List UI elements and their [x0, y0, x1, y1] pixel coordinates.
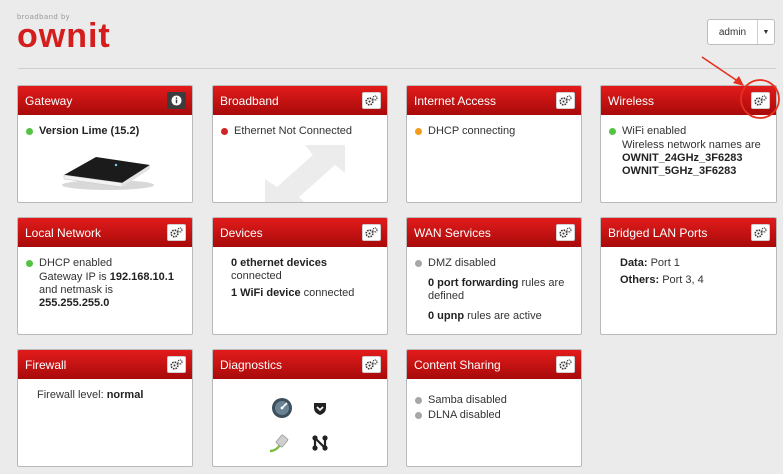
gateway-card[interactable]: Gateway Version Lime (15.2): [17, 85, 193, 203]
ownit-logo: broadband by ownit: [17, 12, 125, 55]
user-name: admin: [708, 20, 758, 44]
ssid-5ghz: OWNIT_5GHz_3F6283: [622, 165, 737, 177]
status-dot: [415, 412, 422, 419]
topology-icon[interactable]: [311, 434, 329, 452]
firewall-card[interactable]: Firewall Firewall level: normal: [17, 349, 193, 467]
port-forwarding-text: 0 port forwarding rules are defined: [428, 277, 565, 302]
shield-icon[interactable]: [312, 400, 328, 416]
gears-icon: [559, 95, 572, 106]
content-sharing-card[interactable]: Content Sharing Samba disabled DLNA disa…: [406, 349, 582, 467]
network-plug-icon[interactable]: [268, 433, 290, 453]
status-dot: [415, 260, 422, 267]
wireless-card[interactable]: Wireless WiFi enabled Wireless network n…: [600, 85, 777, 203]
status-dot: [26, 128, 33, 135]
arrows-watermark-icon: [265, 145, 345, 202]
gears-icon: [559, 227, 572, 238]
internet-settings-button[interactable]: [556, 92, 575, 109]
upnp-text: 0 upnp rules are active: [428, 310, 542, 322]
sharing-settings-button[interactable]: [556, 356, 575, 373]
user-dropdown[interactable]: admin ▼: [707, 19, 775, 45]
gears-icon: [170, 359, 183, 370]
diagnostics-card[interactable]: Diagnostics: [212, 349, 388, 467]
wifi-devices: 1 WiFi device connected: [231, 287, 355, 299]
gateway-ip-text: Gateway IP is 192.168.10.1 and netmask i…: [39, 271, 174, 309]
broadband-card[interactable]: Broadband Ethernet Not Connected: [212, 85, 388, 203]
dlna-status: DLNA disabled: [428, 409, 501, 421]
gears-icon: [559, 359, 572, 370]
local-network-card[interactable]: Local Network DHCP enabled Gateway IP is…: [17, 217, 193, 335]
broadband-settings-button[interactable]: [362, 92, 381, 109]
internet-access-card[interactable]: Internet Access DHCP connecting: [406, 85, 582, 203]
gears-icon: [170, 227, 183, 238]
gears-icon: [754, 95, 767, 106]
wifi-status: WiFi enabled: [622, 125, 687, 137]
netmask: 255.255.255.0: [39, 297, 110, 309]
status-dot: [415, 397, 422, 404]
info-icon: [171, 95, 182, 106]
gears-icon: [365, 95, 378, 106]
diagnostics-settings-button[interactable]: [362, 356, 381, 373]
samba-status: Samba disabled: [428, 394, 507, 406]
header-divider: [18, 68, 776, 69]
speedometer-icon[interactable]: [271, 397, 293, 419]
gears-icon: [365, 359, 378, 370]
status-dot: [415, 128, 422, 135]
gears-icon: [754, 227, 767, 238]
firewall-settings-button[interactable]: [167, 356, 186, 373]
dhcp-status: DHCP enabled: [39, 257, 113, 269]
card-header: Gateway: [18, 86, 192, 115]
status-dot: [26, 260, 33, 267]
gateway-info-button[interactable]: [167, 92, 186, 109]
broadband-status: Ethernet Not Connected: [234, 125, 353, 137]
router-image: [62, 157, 154, 190]
gateway-ip: 192.168.10.1: [109, 271, 174, 283]
wan-settings-button[interactable]: [556, 224, 575, 241]
chevron-down-icon: ▼: [762, 28, 770, 36]
devices-settings-button[interactable]: [362, 224, 381, 241]
wireless-settings-button[interactable]: [751, 92, 770, 109]
dmz-status: DMZ disabled: [428, 257, 496, 269]
bridged-lan-ports-card[interactable]: Bridged LAN Ports Data: Port 1 Others: P…: [600, 217, 777, 335]
bridged-settings-button[interactable]: [751, 224, 770, 241]
firewall-level: Firewall level: normal: [37, 389, 144, 401]
wan-services-card[interactable]: WAN Services DMZ disabled 0 port forward…: [406, 217, 582, 335]
status-dot: [221, 128, 228, 135]
internet-status: DHCP connecting: [428, 125, 516, 137]
local-network-settings-button[interactable]: [167, 224, 186, 241]
ssid-24ghz: OWNIT_24GHz_3F6283: [622, 152, 743, 164]
other-ports: Others: Port 3, 4: [620, 274, 704, 286]
status-dot: [609, 128, 616, 135]
logo-wordmark: ownit: [17, 17, 111, 55]
devices-card[interactable]: Devices 0 ethernet devices connected 1 W…: [212, 217, 388, 335]
gears-icon: [365, 227, 378, 238]
ethernet-devices: 0 ethernet devices connected: [231, 257, 327, 282]
gateway-version: Version Lime (15.2): [39, 125, 140, 137]
data-port: Data: Port 1: [620, 257, 680, 269]
wifi-names-label: Wireless network names are: [622, 139, 761, 151]
